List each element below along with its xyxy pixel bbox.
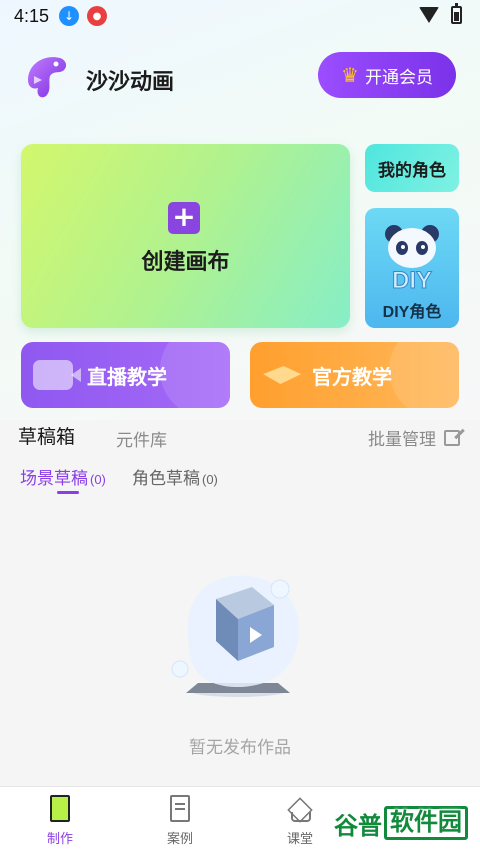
subtab-scene-drafts[interactable]: 场景草稿 (0) <box>20 464 106 489</box>
phone-canvas-icon <box>50 795 70 822</box>
official-tutorial-button[interactable]: 官方教学 <box>250 342 459 408</box>
vip-button[interactable]: ♛ 开通会员 <box>318 52 456 98</box>
live-tutorial-button[interactable]: 直播教学 <box>21 342 230 408</box>
batch-manage-label: 批量管理 <box>368 430 436 449</box>
nav-item-make[interactable]: 制作 <box>30 795 90 847</box>
status-indicators <box>419 3 462 24</box>
watermark-left: 谷普 <box>334 812 382 840</box>
panda-icon: DIY <box>385 225 439 294</box>
watermark-right: 软件园 <box>384 806 468 840</box>
active-subtab-underline <box>57 491 79 494</box>
download-icon: ↓ <box>59 6 80 26</box>
create-canvas-card[interactable]: + 创建画布 <box>21 144 350 328</box>
header: 沙沙动画 ♛ 开通会员 <box>0 44 480 106</box>
edit-icon <box>444 429 460 446</box>
dolphin-logo-icon <box>28 57 67 98</box>
plus-icon: + <box>168 202 200 234</box>
subtab-scene-label: 场景草稿 <box>20 469 88 488</box>
nav-item-class[interactable]: 课堂 <box>270 795 330 847</box>
classroom-cap-icon <box>286 795 314 822</box>
nav-item-cases[interactable]: 案例 <box>150 795 210 847</box>
graduation-cap-icon <box>262 360 302 390</box>
batch-manage-button[interactable]: 批量管理 <box>368 425 460 450</box>
battery-icon <box>451 3 462 24</box>
tab-library[interactable]: 元件库 <box>116 426 167 451</box>
status-bar: 4:15 ↓ ● <box>0 0 480 32</box>
video-camera-icon <box>33 360 73 390</box>
watermark: 谷普 软件园 <box>334 806 468 840</box>
vip-button-label: 开通会员 <box>364 67 433 87</box>
subtab-role-drafts[interactable]: 角色草稿 (0) <box>132 464 218 489</box>
subtab-scene-count: (0) <box>90 472 106 487</box>
my-role-button[interactable]: 我的角色 <box>365 144 459 192</box>
subtab-role-count: (0) <box>202 472 218 487</box>
document-icon <box>170 795 190 822</box>
nav-cases-label: 案例 <box>166 831 193 846</box>
empty-box-illustration <box>171 575 300 697</box>
diy-role-label: DIY角色 <box>382 304 442 321</box>
empty-state-text: 暂无发布作品 <box>189 738 291 757</box>
diy-art-text: DIY <box>392 267 432 294</box>
status-time: 4:15 <box>14 5 50 26</box>
nav-class-label: 课堂 <box>286 831 313 846</box>
create-canvas-label: 创建画布 <box>141 249 230 274</box>
live-tutorial-label: 直播教学 <box>87 366 167 389</box>
draft-subtabs: 场景草稿 (0) 角色草稿 (0) <box>0 462 480 498</box>
app-title: 沙沙动画 <box>86 69 175 94</box>
crown-icon: ♛ <box>341 64 359 87</box>
draft-tabs: 草稿箱 元件库 批量管理 <box>0 420 480 454</box>
my-role-label: 我的角色 <box>378 160 446 180</box>
tab-drafts[interactable]: 草稿箱 <box>18 422 75 449</box>
wifi-icon <box>419 7 439 23</box>
app-notification-icon: ● <box>87 6 108 26</box>
nav-make-label: 制作 <box>46 831 73 846</box>
subtab-role-label: 角色草稿 <box>132 469 200 488</box>
official-tutorial-label: 官方教学 <box>312 366 392 389</box>
diy-role-button[interactable]: DIY DIY角色 <box>365 208 459 328</box>
